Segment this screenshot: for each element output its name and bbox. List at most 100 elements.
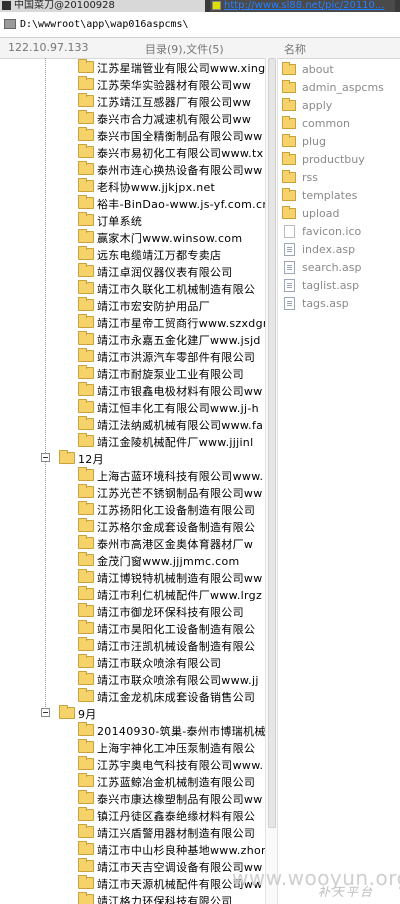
tree-folder-node[interactable]: 泰兴市易初化工有限公司www.tx — [0, 144, 265, 161]
tree-folder-node[interactable]: 靖江市利仁机械配件厂www.lrgz — [0, 586, 265, 603]
tree-node-label: 江苏荣华实验器材有限公司ww — [97, 79, 252, 92]
folder-icon — [282, 206, 296, 219]
tree-folder-node[interactable]: 江苏星瑞管业有限公司www.xing — [0, 59, 265, 76]
file-list-file[interactable]: favicon.ico — [279, 223, 400, 241]
file-list-folder[interactable]: apply — [279, 97, 400, 115]
tree-folder-node[interactable]: 远东电缆靖江万都专卖店 — [0, 246, 265, 263]
tree-folder-node[interactable]: 老科协www.jjkjpx.net — [0, 178, 265, 195]
tree-folder-node[interactable]: 江苏荣华实验器材有限公司ww — [0, 76, 265, 93]
tab-caidao[interactable]: 中国菜刀@20100928 — [0, 0, 205, 12]
file-list-file[interactable]: index.asp — [279, 241, 400, 259]
tree-folder-node[interactable]: 靖江格力环保科技有限公司 — [0, 892, 265, 904]
tree-folder-node[interactable]: 靖江市中山杉良种基地www.zhon — [0, 841, 265, 858]
folder-icon — [78, 484, 94, 498]
tree-scrollbar[interactable] — [265, 58, 278, 904]
tree-folder-node[interactable]: 泰兴市合力减速机有限公司ww — [0, 110, 265, 127]
tree-folder-node[interactable]: 靖江博锐特机械制造有限公司ww — [0, 569, 265, 586]
folder-icon — [78, 552, 94, 566]
tree-node-label: 靖江格力环保科技有限公司 — [97, 895, 233, 904]
file-list-file[interactable]: search.asp — [279, 259, 400, 277]
tree-node-label: 泰兴市康达橡塑制品有限公司ww — [97, 793, 263, 806]
tree-group-node[interactable]: 12月 — [0, 450, 265, 467]
tree-folder-node[interactable]: 靖江金龙机床成套设备销售公司 — [0, 688, 265, 705]
tree-folder-node[interactable]: 靖江法纳威机械有限公司www.fa — [0, 416, 265, 433]
tree-folder-node[interactable]: 金茂门窗www.jjjmmc.com — [0, 552, 265, 569]
tree-folder-node[interactable]: 靖江兴盾警用器材制造有限公司 — [0, 824, 265, 841]
tree-node-label: 江苏宇奥电气科技有限公司www. — [97, 759, 264, 772]
tree-folder-node[interactable]: 靖江市御龙环保科技有限公司 — [0, 603, 265, 620]
tree-folder-node[interactable]: 靖江市天源机械配件有限公司ww — [0, 875, 265, 892]
tree-folder-node[interactable]: 靖江市昊阳化工设备制造有限公 — [0, 620, 265, 637]
tree-folder-node[interactable]: 靖江市久联化工机械制造有限公 — [0, 280, 265, 297]
tree-node-label: 泰州市连心换热设备有限公司ww — [97, 164, 263, 177]
tree-folder-node[interactable]: 靖江市汪凯机械设备制造有限公 — [0, 637, 265, 654]
tree-node-label: 泰兴市国全精衡制品有限公司ww — [97, 130, 263, 143]
folder-icon — [282, 116, 296, 129]
tree-folder-node[interactable]: 裕丰-BinDao-www.js-yf.com.cn — [0, 195, 265, 212]
tree-folder-node[interactable]: 赢家木门www.winsow.com — [0, 229, 265, 246]
tab-url[interactable]: http://www.sl88.net/pic/20110... — [210, 0, 395, 12]
tree-node-label: 靖江恒丰化工有限公司www.jj-h — [97, 402, 259, 415]
tree-folder-node[interactable]: 泰兴市康达橡塑制品有限公司ww — [0, 790, 265, 807]
file-list-file[interactable]: tags.asp — [279, 295, 400, 313]
tree-folder-node[interactable]: 江苏蓝鲸冶金机械制造有限公司 — [0, 773, 265, 790]
tree-folder-node[interactable]: 靖江恒丰化工有限公司www.jj-h — [0, 399, 265, 416]
tree-folder-node[interactable]: 江苏扬阳化工设备制造有限公司 — [0, 501, 265, 518]
file-list-folder[interactable]: rss — [279, 169, 400, 187]
tree-folder-node[interactable]: 20140930-筑巢-泰州市博瑞机械 — [0, 722, 265, 739]
folder-icon — [78, 467, 94, 481]
tree-folder-node[interactable]: 上海古蓝环境科技有限公司www. — [0, 467, 265, 484]
file-list-folder[interactable]: about — [279, 61, 400, 79]
file-list-file[interactable]: taglist.asp — [279, 277, 400, 295]
tree-folder-node[interactable]: 泰州市连心换热设备有限公司ww — [0, 161, 265, 178]
tree-folder-node[interactable]: 江苏靖江互感器厂有限公司ww — [0, 93, 265, 110]
collapse-toggle-icon[interactable] — [41, 453, 50, 462]
path-input[interactable]: D:\wwwroot\app\wap016aspcms\ — [20, 19, 189, 30]
folder-icon — [78, 161, 94, 175]
tree-folder-node[interactable]: 靖江市联众喷涂有限公司 — [0, 654, 265, 671]
document-icon — [284, 261, 295, 274]
tree-folder-node[interactable]: 靖江市宏安防护用品厂 — [0, 297, 265, 314]
name-column-header[interactable]: 名称 — [284, 41, 306, 57]
path-bar: D:\wwwroot\app\wap016aspcms\ — [0, 12, 400, 38]
tree-folder-node[interactable]: 江苏宇奥电气科技有限公司www. — [0, 756, 265, 773]
tree-node-label: 9月 — [78, 708, 97, 721]
tree-folder-node[interactable]: 靖江市星帝工贸商行www.szxdgm — [0, 314, 265, 331]
tree-folder-node[interactable]: 靖江市洪源汽车零部件有限公司 — [0, 348, 265, 365]
tree-folder-node[interactable]: 靖江市银鑫电极材料有限公司ww — [0, 382, 265, 399]
tree-folder-node[interactable]: 泰兴市国全精衡制品有限公司ww — [0, 127, 265, 144]
tree-folder-node[interactable]: 靖江市天吉空调设备有限公司ww — [0, 858, 265, 875]
tree-folder-node[interactable]: 江苏格尔金成套设备制造有限公 — [0, 518, 265, 535]
tree-folder-node[interactable]: 上海宇神化工冲压泵制造有限公 — [0, 739, 265, 756]
tree-node-label: 靖江市利仁机械配件厂www.lrgz — [97, 589, 263, 602]
tree-node-label: 泰兴市合力减速机有限公司ww — [97, 113, 252, 126]
tree-folder-node[interactable]: 江苏光芒不锈钢制品有限公司ww — [0, 484, 265, 501]
drive-icon — [4, 19, 16, 29]
tree-node-label: 江苏星瑞管业有限公司www.xing — [97, 62, 265, 75]
file-list-folder[interactable]: plug — [279, 133, 400, 151]
tree-folder-node[interactable]: 靖江市联众喷涂有限公司www.jj — [0, 671, 265, 688]
file-name: rss — [302, 171, 318, 184]
tree-node-label: 20140930-筑巢-泰州市博瑞机械 — [97, 725, 265, 738]
collapse-toggle-icon[interactable] — [41, 708, 50, 717]
tree-folder-node[interactable]: 靖江市永嘉五金化建厂www.jsjd — [0, 331, 265, 348]
tree-folder-node[interactable]: 泰州市高港区金奥体育器材厂w — [0, 535, 265, 552]
folder-icon — [78, 212, 94, 226]
tree-folder-node[interactable]: 订单系统 — [0, 212, 265, 229]
tree-folder-node[interactable]: 靖江卓润仪器仪表有限公司 — [0, 263, 265, 280]
file-list-folder[interactable]: upload — [279, 205, 400, 223]
folder-icon — [59, 450, 75, 464]
tree-node-label: 靖江市耐旋泵业工业有限公司 — [97, 368, 244, 381]
file-list-folder[interactable]: admin_aspcms — [279, 79, 400, 97]
tree-folder-node[interactable]: 靖江市耐旋泵业工业有限公司 — [0, 365, 265, 382]
scrollbar-thumb[interactable] — [268, 58, 276, 828]
tree-folder-node[interactable]: 靖江金陵机械配件厂www.jjjinl — [0, 433, 265, 450]
tree-folder-node[interactable]: 镇江丹徒区鑫泰绝缘材料有限公 — [0, 807, 265, 824]
file-list-folder[interactable]: productbuy — [279, 151, 400, 169]
tree-node-label: 金茂门窗www.jjjmmc.com — [97, 555, 240, 568]
file-list-folder[interactable]: common — [279, 115, 400, 133]
tree-group-node[interactable]: 9月 — [0, 705, 265, 722]
file-list[interactable]: about admin_aspcms apply common plug productb… — [279, 58, 400, 904]
file-list-folder[interactable]: templates — [279, 187, 400, 205]
directory-tree[interactable]: 江苏星瑞管业有限公司www.xing 江苏荣华实验器材有限公司ww 江苏靖江互感器厂… — [0, 58, 265, 904]
